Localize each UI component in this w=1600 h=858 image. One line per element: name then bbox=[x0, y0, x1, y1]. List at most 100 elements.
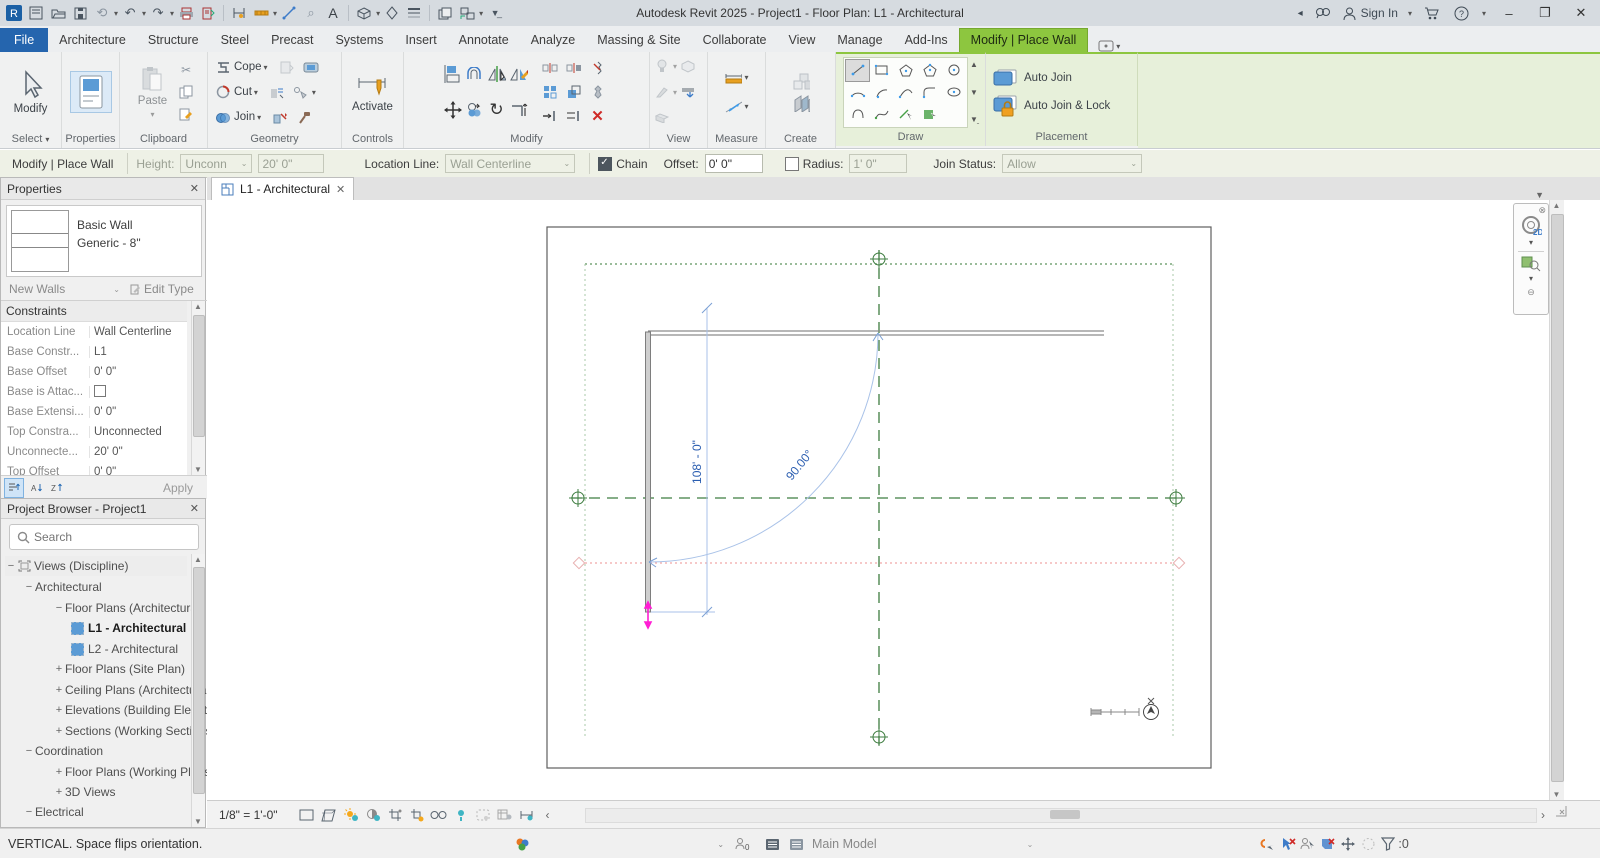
view-tab-close-icon[interactable]: ✕ bbox=[336, 183, 345, 196]
location-line-select[interactable]: Wall Centerline⌄ bbox=[445, 154, 575, 173]
pick-face-tool[interactable] bbox=[918, 104, 941, 125]
select-pinned-icon[interactable] bbox=[1338, 834, 1358, 854]
mirror-pick-axis-icon[interactable] bbox=[488, 65, 506, 83]
scrollbar-right-arrow-icon[interactable]: › bbox=[1541, 808, 1545, 822]
redo-caret-icon[interactable]: ▾ bbox=[170, 9, 174, 18]
view-scale-button[interactable]: 1/8" = 1'-0" bbox=[207, 808, 278, 822]
properties-close-icon[interactable]: ✕ bbox=[190, 182, 199, 195]
thin-lines-icon[interactable] bbox=[404, 3, 424, 23]
sort-descending-button[interactable]: Z bbox=[48, 479, 66, 497]
activate-dimensions-button[interactable]: Activate bbox=[346, 70, 399, 115]
project-browser-close-icon[interactable]: ✕ bbox=[190, 502, 199, 515]
mirror-draw-axis-icon[interactable] bbox=[510, 65, 528, 83]
temp-dimension-value[interactable]: 108' - 0" bbox=[690, 427, 704, 497]
draw-circle-tool[interactable] bbox=[942, 60, 965, 81]
browser-scrollbar[interactable]: ▲ ▼ bbox=[191, 554, 205, 827]
switch-caret-icon[interactable]: ▾ bbox=[479, 9, 483, 18]
selection-filter-icon[interactable] bbox=[1378, 834, 1398, 854]
modify-tool-button[interactable]: Modify bbox=[8, 68, 54, 117]
filter-caret-icon[interactable]: ⌄ bbox=[113, 285, 120, 294]
radius-checkbox[interactable]: Radius: bbox=[785, 157, 844, 171]
wheel-caret-icon[interactable]: ▾ bbox=[1529, 238, 1533, 247]
split-face-icon[interactable] bbox=[271, 108, 289, 126]
pin-icon[interactable] bbox=[592, 85, 604, 99]
design-options-icon[interactable] bbox=[762, 834, 782, 854]
array-icon[interactable] bbox=[543, 85, 557, 99]
file-properties-icon[interactable] bbox=[26, 3, 46, 23]
scroll-down-icon[interactable]: ▼ bbox=[192, 465, 204, 474]
param-row[interactable]: Top Constra...Unconnected bbox=[1, 422, 187, 443]
temporary-hide-isolate-icon[interactable] bbox=[428, 805, 450, 825]
properties-scrollbar[interactable]: ▲ ▼ bbox=[191, 301, 205, 475]
resize-grip-icon[interactable] bbox=[1555, 805, 1569, 819]
view-caret-icon[interactable]: ▾ bbox=[376, 9, 380, 18]
cut-geometry-alt-icon[interactable] bbox=[278, 58, 296, 76]
trim-extend-single-icon[interactable] bbox=[542, 110, 558, 122]
chain-options-icon[interactable] bbox=[1258, 834, 1278, 854]
draw-rectangle-tool[interactable] bbox=[870, 60, 893, 81]
trim-extend-corner-icon[interactable] bbox=[510, 101, 528, 119]
paste-button[interactable]: Paste▾ bbox=[132, 64, 173, 121]
radius-input[interactable] bbox=[849, 154, 907, 173]
draw-scroll-up-icon[interactable]: ▲ bbox=[970, 60, 978, 69]
cut-to-clipboard-icon[interactable]: ✂ bbox=[177, 61, 195, 79]
tab-add-ins[interactable]: Add-Ins bbox=[894, 29, 959, 52]
panel-placement-label[interactable]: Placement bbox=[986, 130, 1137, 146]
height-value-input[interactable] bbox=[258, 154, 324, 173]
height-mode-select[interactable]: Unconn⌄ bbox=[180, 154, 252, 173]
tab-architecture[interactable]: Architecture bbox=[48, 29, 137, 52]
constraints-display-icon[interactable] bbox=[516, 805, 538, 825]
draw-start-end-radius-arc-tool[interactable] bbox=[846, 82, 869, 103]
scale-icon[interactable] bbox=[567, 85, 581, 99]
temporary-view-properties-icon[interactable] bbox=[472, 805, 494, 825]
close-hidden-windows-icon[interactable] bbox=[435, 3, 455, 23]
editable-worksets-icon[interactable]: 0 bbox=[732, 834, 752, 854]
canvas-vscroll-thumb[interactable] bbox=[1551, 214, 1564, 782]
type-selector[interactable]: Basic Wall Generic - 8" bbox=[6, 205, 202, 277]
param-row[interactable]: Unconnecte...20' 0" bbox=[1, 442, 187, 463]
drawing-canvas[interactable]: 108' - 0" 90.00° ⊗ 2D ▾ ▾ ⊖ ▲ ▼ bbox=[207, 200, 1600, 800]
collapse-arrow-icon[interactable]: ◂ bbox=[1298, 8, 1303, 19]
split-element-icon[interactable] bbox=[542, 63, 558, 73]
param-row[interactable]: Base is Attac... bbox=[1, 382, 187, 403]
restore-button[interactable]: ❐ bbox=[1532, 2, 1558, 24]
minimize-button[interactable]: – bbox=[1496, 2, 1522, 24]
undo-caret-icon[interactable]: ▾ bbox=[142, 9, 146, 18]
tab-insert[interactable]: Insert bbox=[394, 29, 447, 52]
draw-partial-ellipse-tool[interactable] bbox=[846, 104, 869, 125]
tab-modify-place-wall[interactable]: Modify | Place Wall bbox=[959, 28, 1089, 52]
linework-icon[interactable] bbox=[653, 83, 671, 101]
measure-pin-icon[interactable] bbox=[229, 3, 249, 23]
visual-style-icon[interactable] bbox=[318, 805, 340, 825]
auto-join-button[interactable]: Auto Join bbox=[992, 66, 1072, 90]
store-cart-icon[interactable] bbox=[1422, 3, 1442, 23]
base-attached-checkbox[interactable] bbox=[94, 385, 106, 397]
tab-collaborate[interactable]: Collaborate bbox=[692, 29, 778, 52]
chain-checkbox[interactable]: Chain bbox=[598, 157, 647, 171]
worksharing-display-icon[interactable] bbox=[494, 805, 516, 825]
tab-massing-site[interactable]: Massing & Site bbox=[586, 29, 691, 52]
steel-connection-icon[interactable] bbox=[653, 109, 671, 127]
help-caret-icon[interactable]: ▾ bbox=[1482, 9, 1486, 18]
model-line-icon[interactable] bbox=[279, 3, 299, 23]
worksharing-status-icon[interactable] bbox=[512, 834, 532, 854]
scroll-down-icon[interactable]: ▼ bbox=[192, 817, 204, 826]
search-icon[interactable] bbox=[1313, 3, 1333, 23]
draw-circumscribed-polygon-tool[interactable] bbox=[918, 60, 941, 81]
canvas-hscroll-thumb[interactable] bbox=[1050, 810, 1080, 819]
demolish-icon[interactable] bbox=[268, 83, 286, 101]
cope-button[interactable]: Cope▾ bbox=[214, 55, 320, 79]
exclude-options-icon[interactable] bbox=[1278, 834, 1298, 854]
section-icon[interactable] bbox=[382, 3, 402, 23]
show-crop-region-icon[interactable] bbox=[406, 805, 428, 825]
apply-button[interactable]: Apply bbox=[163, 481, 193, 495]
sync-caret-icon[interactable]: ▾ bbox=[114, 9, 118, 18]
customize-qat-icon[interactable]: ▼̲ bbox=[485, 3, 505, 23]
tab-manage[interactable]: Manage bbox=[826, 29, 893, 52]
zoom-region-icon[interactable] bbox=[1521, 254, 1541, 272]
default-3d-view-icon[interactable] bbox=[354, 3, 374, 23]
tree-item-coordination[interactable]: −Coordination bbox=[23, 741, 207, 761]
panel-create-label[interactable]: Create bbox=[766, 132, 835, 148]
ribbon-options-dropdown[interactable]: ▾ bbox=[1098, 40, 1120, 52]
press-drag-icon[interactable] bbox=[1298, 834, 1318, 854]
